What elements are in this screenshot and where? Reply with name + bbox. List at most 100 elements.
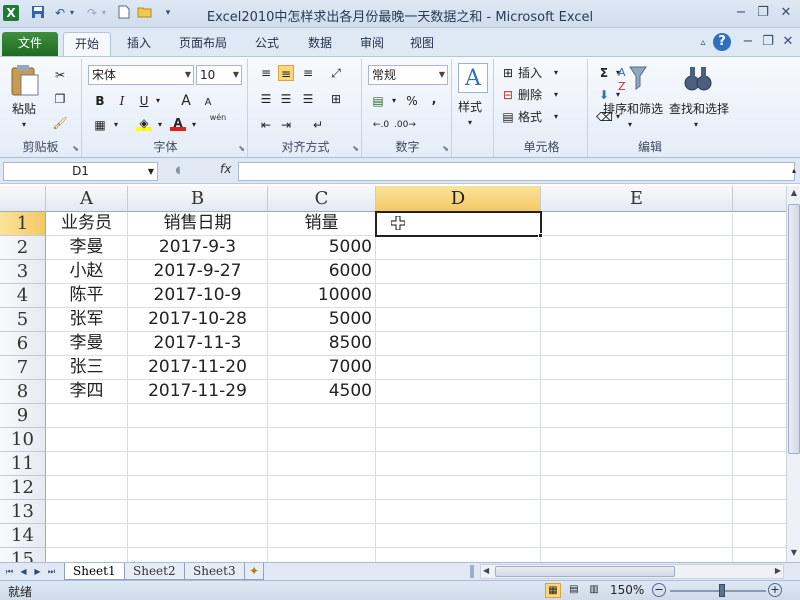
minimize-button[interactable]: − [730,4,752,22]
fill-color-dropdown-icon[interactable]: ▾ [152,117,168,133]
scroll-left-icon[interactable]: ◀ [483,566,489,575]
workbook-minimize-button[interactable]: − [737,33,759,51]
tab-review[interactable]: 审阅 [350,32,394,56]
first-sheet-icon[interactable]: ⏮ [4,565,15,578]
paste-dropdown-icon[interactable]: ▾ [22,117,26,133]
shrink-font-button[interactable]: A [200,95,216,111]
row-header-1[interactable]: 1 [0,212,46,236]
paste-icon[interactable] [8,63,42,97]
workbook-close-button[interactable]: ✕ [777,33,799,51]
column-header-a[interactable]: A [46,186,128,212]
help-icon[interactable]: ? [713,33,731,51]
percent-button[interactable]: % [404,93,420,109]
row-header-10[interactable]: 10 [0,428,46,452]
paste-button[interactable]: 粘贴 [12,101,36,117]
find-select-icon[interactable] [682,63,714,95]
ribbon-minimize-icon[interactable]: ▵ [692,34,714,52]
next-sheet-icon[interactable]: ▶ [32,565,43,578]
copy-icon[interactable]: ❐ [52,91,68,107]
row-header-3[interactable]: 3 [0,260,46,284]
delete-cells-button[interactable]: 删除 [518,87,542,103]
horizontal-scroll-thumb[interactable] [495,566,675,577]
name-box[interactable]: D1 ▼ [3,162,158,181]
insert-cells-icon[interactable]: ⊞ [500,65,516,81]
page-layout-view-icon[interactable]: ▤ [566,583,582,598]
row-header-6[interactable]: 6 [0,332,46,356]
scroll-up-icon[interactable]: ▲ [788,188,800,200]
scroll-down-icon[interactable]: ▼ [788,548,800,560]
tab-data[interactable]: 数据 [298,32,342,56]
font-size-combo[interactable]: 10 ▼ [196,65,242,85]
decrease-indent-icon[interactable]: ⇤ [258,117,274,133]
number-format-combo[interactable]: 常规 ▼ [368,65,448,85]
font-color-button[interactable]: A [170,115,186,131]
row-header-2[interactable]: 2 [0,236,46,260]
fill-color-icon[interactable]: ◈ [136,115,152,131]
insert-sheet-icon[interactable]: ✦ [244,563,265,580]
row-header-13[interactable]: 13 [0,500,46,524]
row-header-11[interactable]: 11 [0,452,46,476]
horizontal-scrollbar[interactable]: ◀ ▶ [480,564,784,579]
cut-icon[interactable]: ✂ [52,67,68,83]
align-left-icon[interactable]: ☰ [258,91,274,107]
wrap-text-icon[interactable]: ↵ [310,117,326,133]
italic-button[interactable]: I [114,93,130,109]
borders-icon[interactable]: ▦ [92,117,108,133]
font-launcher-icon[interactable]: ⬊ [238,144,245,153]
sheet-tab-sheet1[interactable]: Sheet1 [64,563,125,580]
align-right-icon[interactable]: ☰ [300,91,316,107]
zoom-level[interactable]: 150% [610,583,644,597]
sort-filter-icon[interactable]: AZ [616,63,648,95]
row-header-8[interactable]: 8 [0,380,46,404]
styles-dropdown-icon[interactable]: ▾ [468,115,472,131]
tab-file[interactable]: 文件 [2,32,58,56]
delete-cells-dropdown-icon[interactable]: ▾ [548,87,564,103]
grow-font-button[interactable]: A [178,93,194,109]
sort-filter-dropdown-icon[interactable]: ▾ [628,117,632,133]
decrease-decimal-icon[interactable]: .00→ [394,117,416,133]
align-bottom-icon[interactable]: ≡ [300,65,316,81]
vertical-scrollbar[interactable]: ▲ ▼ [786,186,800,562]
alignment-launcher-icon[interactable]: ⬊ [352,144,359,153]
align-center-icon[interactable]: ☰ [278,91,294,107]
row-header-12[interactable]: 12 [0,476,46,500]
worksheet-grid[interactable]: A B C D E 1 2 3 4 5 6 7 8 9 10 11 12 13 … [0,186,786,562]
increase-indent-icon[interactable]: ⇥ [278,117,294,133]
insert-cells-dropdown-icon[interactable]: ▾ [548,65,564,81]
select-all-corner[interactable] [0,186,46,212]
comma-button[interactable]: , [426,91,442,107]
font-name-combo[interactable]: 宋体 ▼ [88,65,194,85]
tab-formulas[interactable]: 公式 [245,32,289,56]
tab-split-handle[interactable] [470,565,474,578]
workbook-restore-button[interactable]: ❐ [757,33,779,51]
column-header-c[interactable]: C [268,186,376,212]
format-painter-icon[interactable]: 🖌 [52,115,68,131]
column-header-d[interactable]: D [376,186,541,212]
delete-cells-icon[interactable]: ⊟ [500,87,516,103]
row-header-4[interactable]: 4 [0,284,46,308]
find-select-dropdown-icon[interactable]: ▾ [694,117,698,133]
close-button[interactable]: ✕ [775,4,797,22]
increase-decimal-icon[interactable]: ←.0 [370,117,392,133]
format-cells-dropdown-icon[interactable]: ▾ [548,109,564,125]
phonetic-guide-button[interactable]: wén [204,113,232,129]
row-header-15[interactable]: 15 [0,548,46,562]
format-cells-button[interactable]: 格式 [518,109,542,125]
column-header-f[interactable] [733,186,786,212]
tab-page-layout[interactable]: 页面布局 [168,32,238,56]
tab-insert[interactable]: 插入 [118,32,160,56]
clipboard-launcher-icon[interactable]: ⬊ [72,144,79,153]
zoom-out-icon[interactable]: − [652,583,666,597]
bold-button[interactable]: B [92,93,108,109]
sort-filter-button[interactable]: 排序和筛选 [600,101,666,117]
orientation-icon[interactable]: ⤢ [328,65,344,81]
find-select-button[interactable]: 查找和选择 [666,101,732,117]
align-top-icon[interactable]: ≡ [258,65,274,81]
styles-icon[interactable]: A [458,63,488,93]
underline-dropdown-icon[interactable]: ▾ [150,93,166,109]
styles-button-label[interactable]: 样式 [458,99,482,115]
formula-input[interactable] [238,162,795,181]
zoom-slider[interactable] [670,590,766,592]
row-header-14[interactable]: 14 [0,524,46,548]
name-box-expand-icon[interactable]: ◖ [170,163,186,179]
